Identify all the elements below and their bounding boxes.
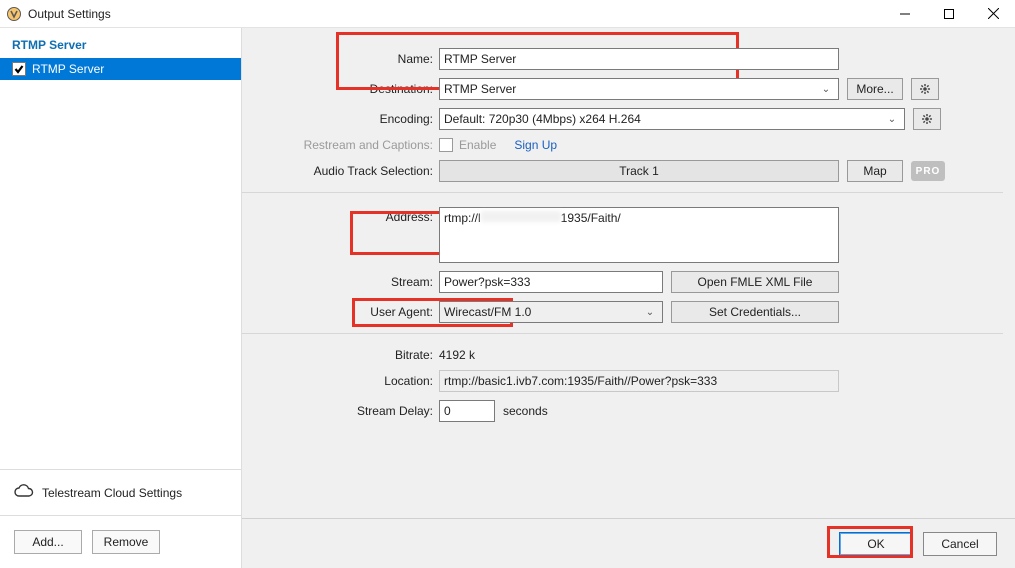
set-credentials-button[interactable]: Set Credentials... — [671, 301, 839, 323]
remove-button[interactable]: Remove — [92, 530, 160, 554]
user-agent-value: Wirecast/FM 1.0 — [444, 305, 638, 319]
window-title: Output Settings — [28, 7, 883, 21]
encoding-value: Default: 720p30 (4Mbps) x264 H.264 — [444, 112, 880, 126]
stream-delay-input[interactable]: 0 — [439, 400, 495, 422]
add-button[interactable]: Add... — [14, 530, 82, 554]
maximize-button[interactable] — [927, 0, 971, 27]
enable-checkbox[interactable] — [439, 138, 453, 152]
stream-input[interactable]: Power?psk=333 — [439, 271, 663, 293]
audio-track-label: Audio Track Selection: — [242, 164, 439, 178]
bitrate-label: Bitrate: — [242, 348, 439, 362]
address-suffix: 1935/Faith/ — [561, 211, 621, 225]
sidebar-item-label: RTMP Server — [32, 62, 104, 76]
ok-button[interactable]: OK — [839, 532, 913, 556]
enable-label: Enable — [459, 138, 496, 152]
divider — [242, 333, 1003, 334]
settings-panel: Name: RTMP Server Destination: RTMP Serv… — [242, 28, 1015, 568]
telestream-cloud-settings[interactable]: Telestream Cloud Settings — [0, 470, 241, 516]
location-value: rtmp://basic1.ivb7.com:1935/Faith//Power… — [444, 374, 834, 388]
user-agent-combobox[interactable]: Wirecast/FM 1.0 ⌄ — [439, 301, 663, 323]
cloud-icon — [14, 484, 34, 501]
pro-badge: PRO — [911, 161, 945, 181]
signup-link[interactable]: Sign Up — [514, 138, 557, 152]
open-fmle-button[interactable]: Open FMLE XML File — [671, 271, 839, 293]
cancel-button[interactable]: Cancel — [923, 532, 997, 556]
restream-label: Restream and Captions: — [242, 138, 439, 152]
location-field: rtmp://basic1.ivb7.com:1935/Faith//Power… — [439, 370, 839, 392]
destination-gear-button[interactable] — [911, 78, 939, 100]
chevron-down-icon: ⌄ — [884, 114, 900, 125]
name-input[interactable]: RTMP Server — [439, 48, 839, 70]
more-button[interactable]: More... — [847, 78, 903, 100]
stream-delay-label: Stream Delay: — [242, 404, 439, 418]
stream-label: Stream: — [242, 275, 439, 289]
address-redacted — [481, 211, 561, 222]
destination-label: Destination: — [242, 82, 439, 96]
checkbox-enabled-icon[interactable] — [12, 62, 26, 76]
divider — [242, 192, 1003, 193]
bitrate-value: 4192 k — [439, 348, 475, 362]
encoding-combobox[interactable]: Default: 720p30 (4Mbps) x264 H.264 ⌄ — [439, 108, 905, 130]
destination-combobox[interactable]: RTMP Server ⌄ — [439, 78, 839, 100]
destination-value: RTMP Server — [444, 82, 814, 96]
address-input[interactable]: rtmp://l 1935/Faith/ — [439, 207, 839, 263]
dialog-footer: OK Cancel — [242, 518, 1015, 568]
chevron-down-icon: ⌄ — [642, 307, 658, 318]
minimize-button[interactable] — [883, 0, 927, 27]
encoding-label: Encoding: — [242, 112, 439, 126]
user-agent-label: User Agent: — [242, 305, 439, 319]
location-label: Location: — [242, 374, 439, 388]
address-label: Address: — [242, 207, 439, 224]
sidebar-heading: RTMP Server — [0, 34, 241, 58]
address-prefix: rtmp://l — [444, 211, 481, 225]
map-button[interactable]: Map — [847, 160, 903, 182]
encoding-gear-button[interactable] — [913, 108, 941, 130]
sidebar: RTMP Server RTMP Server Telestream Cloud… — [0, 28, 242, 568]
audio-track-button[interactable]: Track 1 — [439, 160, 839, 182]
close-button[interactable] — [971, 0, 1015, 27]
title-bar: Output Settings — [0, 0, 1015, 28]
stream-delay-unit: seconds — [503, 404, 548, 418]
name-label: Name: — [242, 52, 439, 66]
telestream-cloud-label: Telestream Cloud Settings — [42, 486, 182, 500]
app-icon — [6, 6, 22, 22]
chevron-down-icon: ⌄ — [818, 84, 834, 95]
sidebar-item-rtmp-server[interactable]: RTMP Server — [0, 58, 241, 80]
